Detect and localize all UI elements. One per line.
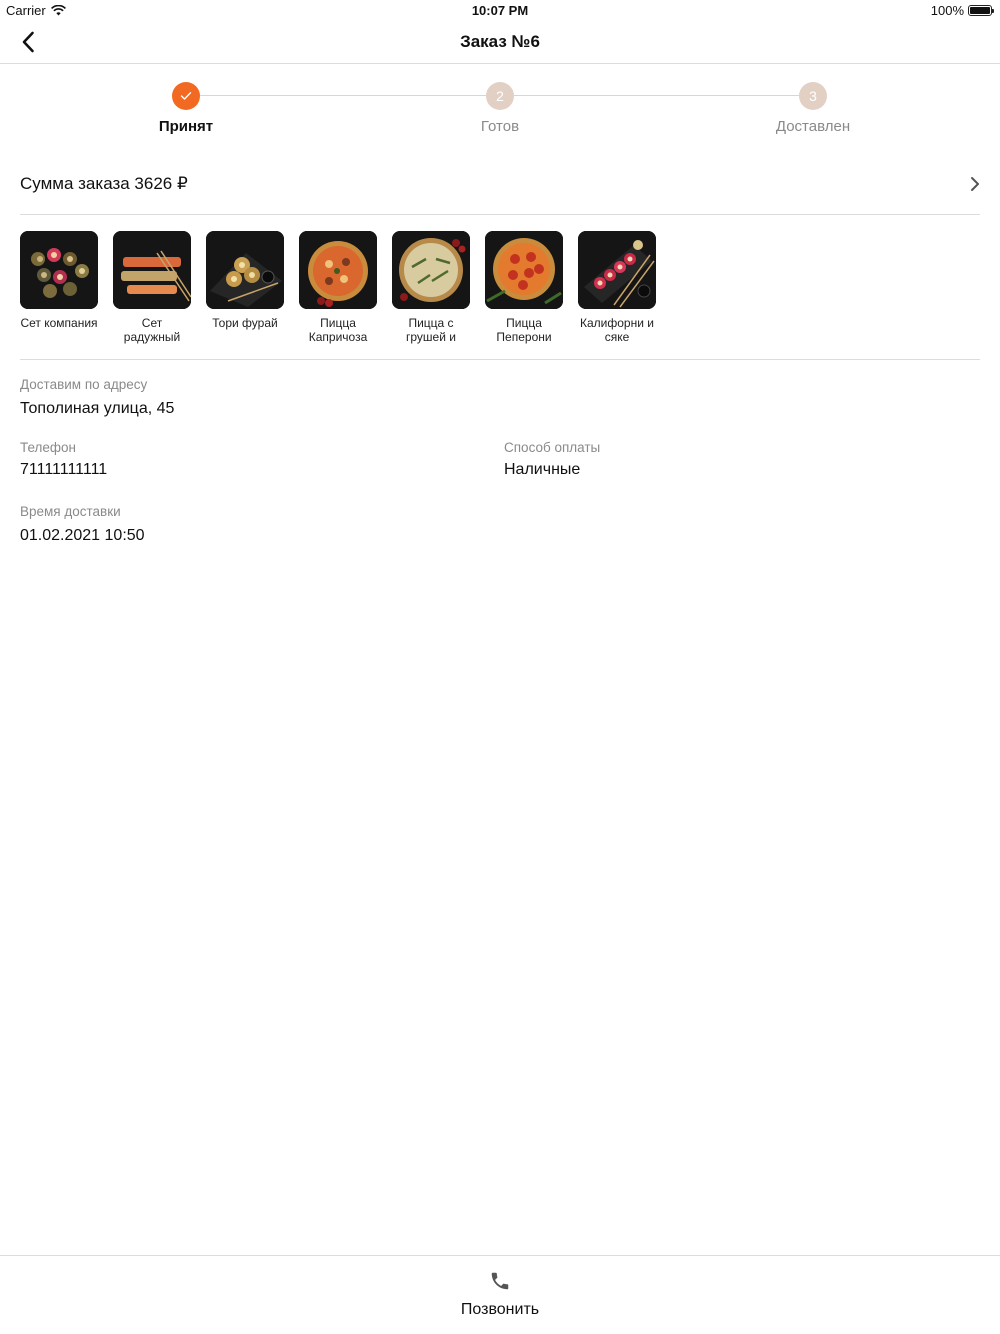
- product-name: Пицца с грушей и: [406, 316, 456, 344]
- delivery-time-value: 01.02.2021 10:50: [20, 527, 145, 544]
- status-time: 10:07 PM: [471, 3, 529, 18]
- step-accepted-label: Принят: [158, 118, 214, 135]
- call-button-label: Позвонить: [460, 1301, 540, 1318]
- page-title: Заказ №6: [460, 32, 540, 51]
- list-item[interactable]: Сет компания: [20, 231, 98, 359]
- payment-method-value: Наличные: [504, 461, 581, 478]
- pizza-image: [485, 231, 563, 309]
- product-name: Сет радужный: [123, 316, 181, 344]
- chevron-right-icon: [971, 177, 979, 191]
- list-item[interactable]: Калифорни и сяке: [578, 231, 656, 359]
- product-name: Сет компания: [20, 316, 98, 330]
- order-items-list: Сет компания Сет радужный Тори фурай Пиц…: [20, 231, 980, 360]
- delivery-time-label: Время доставки: [20, 504, 121, 519]
- order-sum-row[interactable]: Сумма заказа 3626 ₽: [20, 160, 980, 215]
- status-bar: Carrier 10:07 PM 100%: [0, 0, 1000, 22]
- step-delivered-marker: 3: [799, 82, 827, 110]
- sushi-set-image: [20, 231, 98, 309]
- sushi-set-image: [113, 231, 191, 309]
- checkmark-icon: [180, 92, 192, 100]
- product-name: Пицца Капричоза: [308, 316, 368, 344]
- bottom-action-bar: Позвонить: [0, 1255, 1000, 1334]
- product-name: Пицца Пеперони: [496, 316, 552, 344]
- step-ready: 2 Готов: [400, 82, 600, 135]
- navigation-bar: Заказ №6: [0, 22, 1000, 64]
- battery-percent: 100%: [930, 3, 964, 18]
- order-sum-label: Сумма заказа 3626 ₽: [20, 174, 188, 193]
- phone-value: 71111111111: [20, 461, 108, 478]
- list-item[interactable]: Пицца Пеперони: [485, 231, 563, 359]
- battery-icon: [968, 5, 994, 16]
- product-name: Калифорни и сяке: [580, 316, 654, 344]
- address-value: Тополиная улица, 45: [20, 400, 175, 417]
- step-accepted-marker: [172, 82, 200, 110]
- step-ready-label: Готов: [480, 118, 520, 135]
- order-status-stepper: Принят 2 Готов 3 Доставлен: [0, 82, 1000, 142]
- phone-icon: [491, 1272, 509, 1290]
- pizza-image: [299, 231, 377, 309]
- phone-label: Телефон: [20, 440, 77, 455]
- sushi-rolls-image: [206, 231, 284, 309]
- list-item[interactable]: Тори фурай: [206, 231, 284, 359]
- step-delivered-label: Доставлен: [775, 118, 851, 135]
- sushi-rolls-image: [578, 231, 656, 309]
- product-name: Тори фурай: [212, 316, 278, 330]
- battery-indicator: 100%: [930, 3, 994, 18]
- battery-fill: [970, 7, 990, 14]
- address-label: Доставим по адресу: [20, 377, 148, 392]
- list-item[interactable]: Пицца с грушей и: [392, 231, 470, 359]
- step-accepted: Принят: [86, 82, 286, 135]
- step-ready-marker: 2: [486, 82, 514, 110]
- payment-method-label: Способ оплаты: [504, 440, 601, 455]
- pizza-image: [392, 231, 470, 309]
- list-item[interactable]: Пицца Капричоза: [299, 231, 377, 359]
- list-item[interactable]: Сет радужный: [113, 231, 191, 359]
- call-button[interactable]: Позвонить: [400, 1270, 600, 1326]
- step-delivered: 3 Доставлен: [713, 82, 913, 135]
